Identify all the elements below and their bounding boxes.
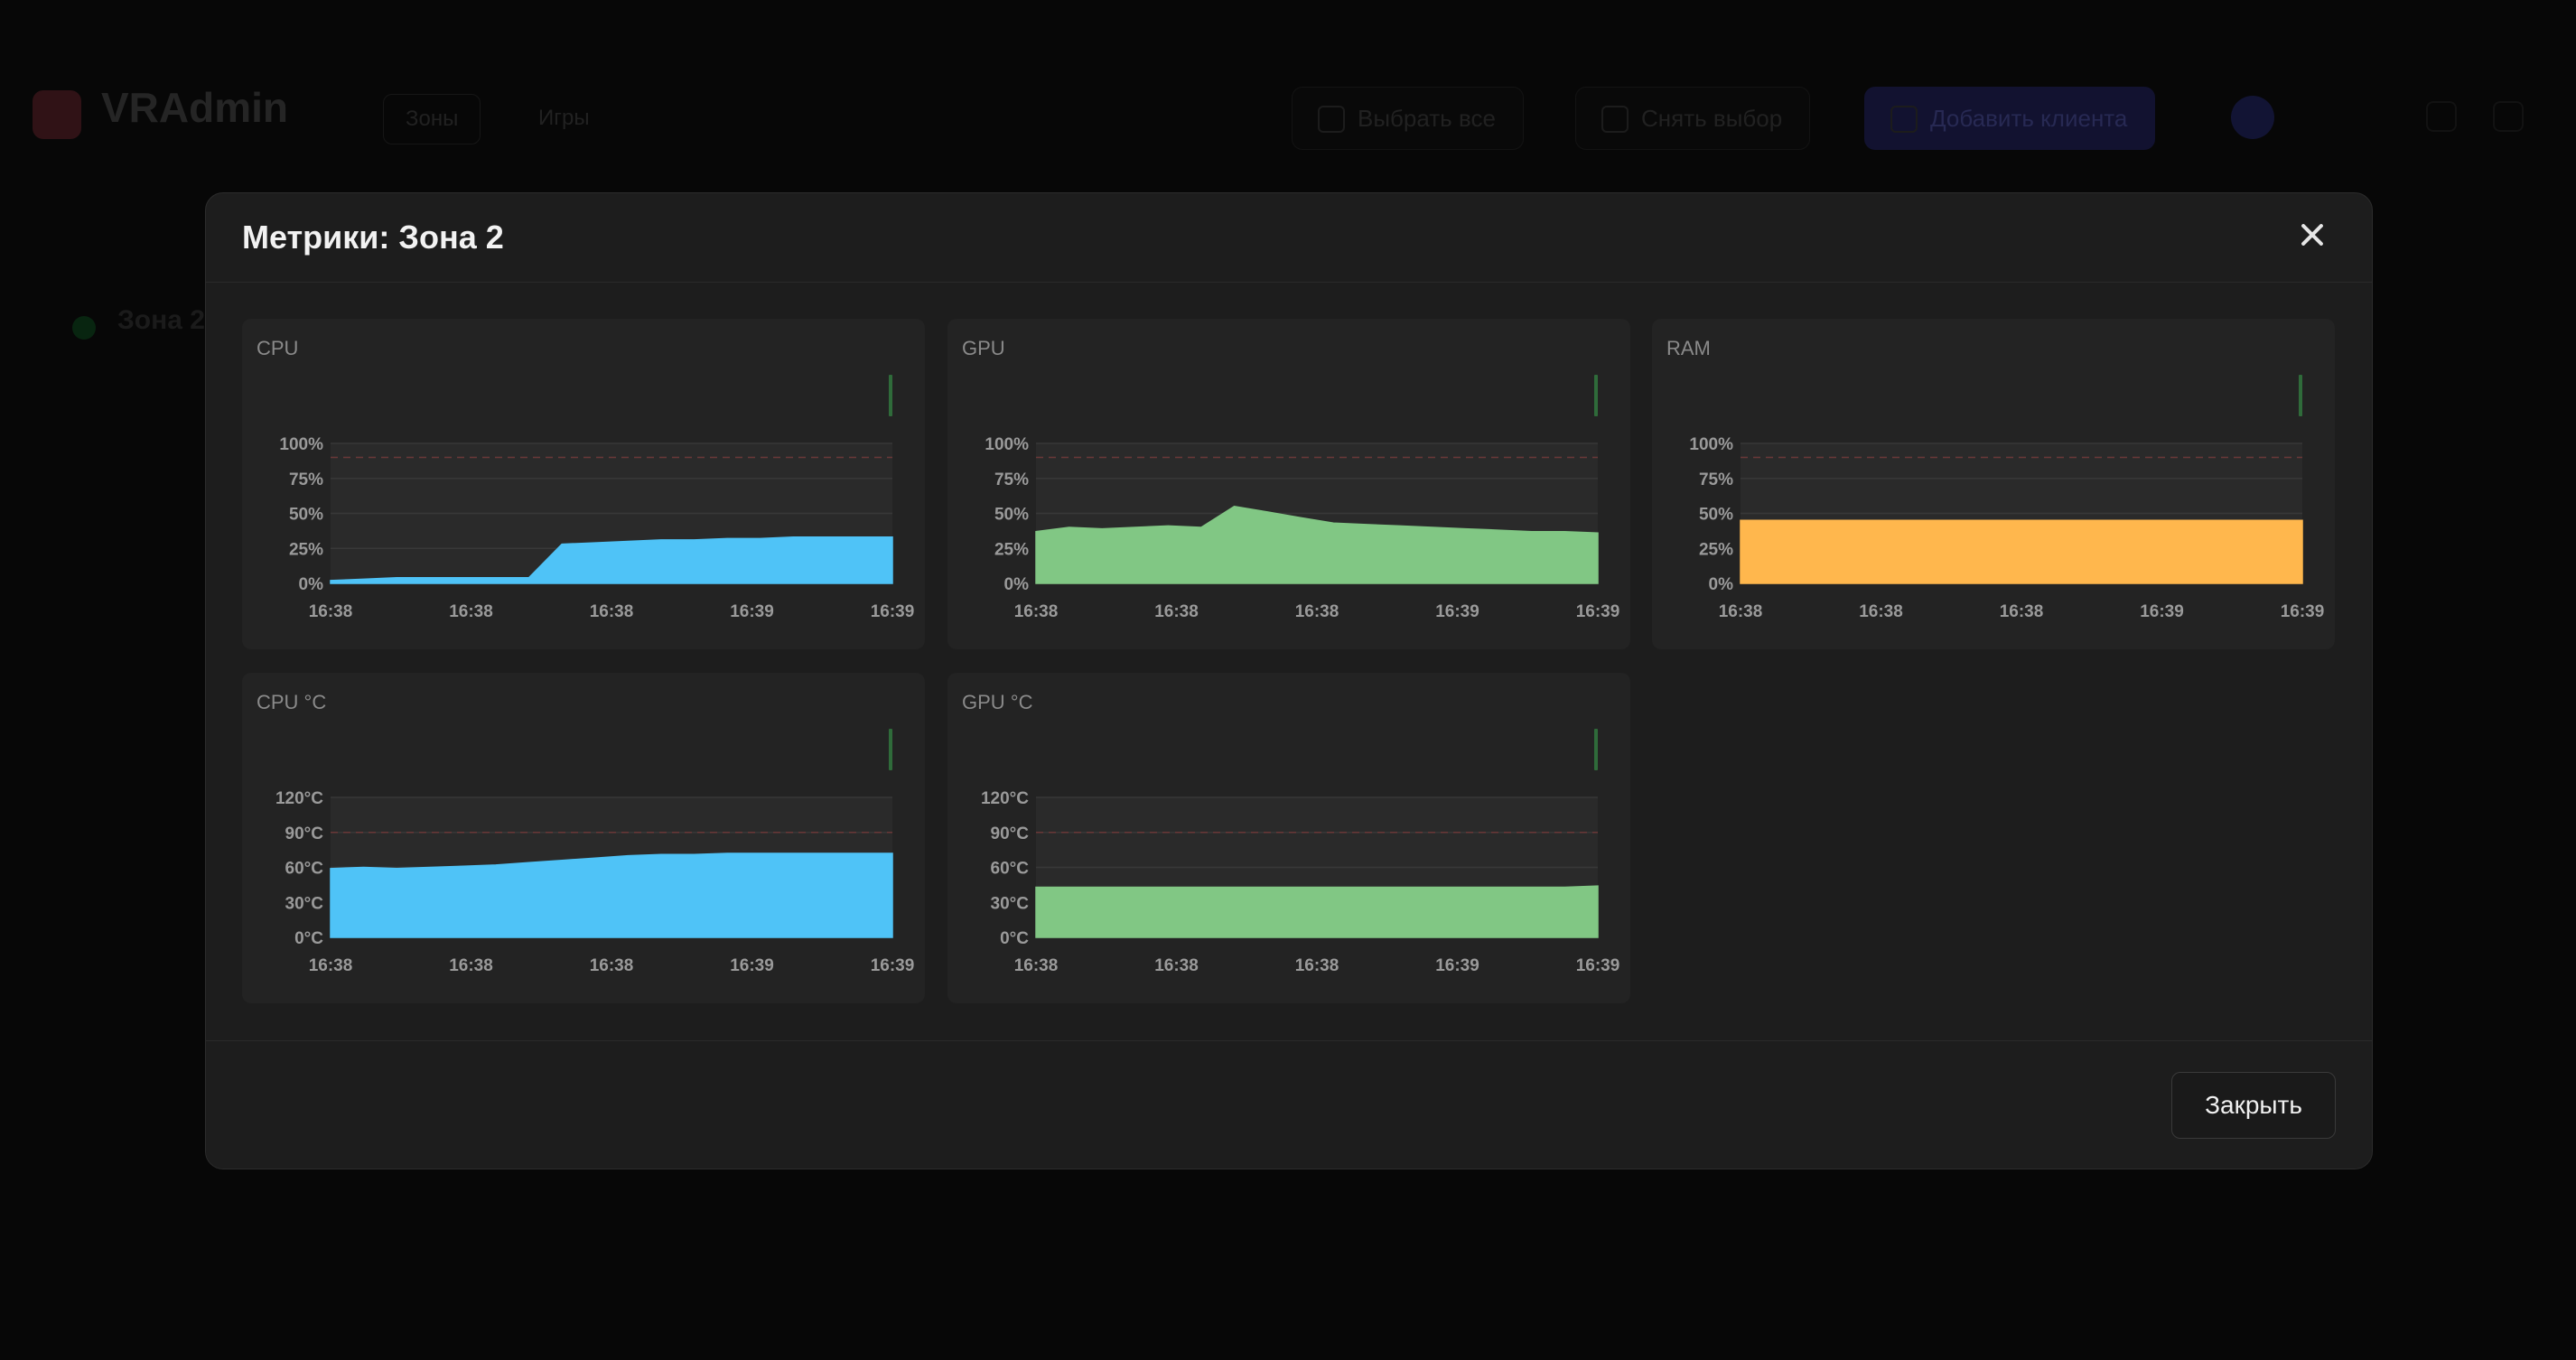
x-tick-label: 16:38 bbox=[1295, 602, 1339, 621]
y-tick-label: 30°C bbox=[285, 894, 324, 913]
x-tick-label: 16:39 bbox=[2140, 602, 2184, 621]
chart-gpu-temp: 0°C 30°C 60°C 90°C 120°C 16:38 16:38 16:38 16:39… bbox=[981, 789, 1620, 975]
y-tick-label: 50% bbox=[994, 506, 1029, 525]
y-tick-label: 0°C bbox=[1000, 929, 1029, 948]
modal-footer: Закрыть bbox=[206, 1040, 2372, 1169]
y-tick-label: 25% bbox=[994, 540, 1029, 559]
y-tick-label: 100% bbox=[1689, 435, 1733, 454]
x-tick-label: 16:39 bbox=[730, 602, 774, 621]
modal-header: Метрики: Зона 2 bbox=[206, 193, 2372, 283]
y-tick-label: 50% bbox=[289, 506, 323, 525]
chart-gpu: 0% 25% 50% 75% 100% 16:38 16:38 16:38 16:39 16:39 bbox=[985, 435, 1620, 621]
x-tick-label: 16:39 bbox=[871, 956, 915, 975]
y-tick-label: 120°C bbox=[275, 789, 323, 808]
x-tick-label: 16:38 bbox=[2000, 602, 2044, 621]
x-tick-label: 16:38 bbox=[590, 956, 634, 975]
y-tick-label: 75% bbox=[289, 470, 323, 489]
y-tick-label: 100% bbox=[985, 435, 1029, 454]
series-area bbox=[1035, 885, 1599, 938]
x-tick-label: 16:39 bbox=[2281, 602, 2325, 621]
close-button[interactable]: Закрыть bbox=[2171, 1072, 2336, 1139]
y-tick-label: 120°C bbox=[981, 789, 1029, 808]
x-tick-label: 16:38 bbox=[1295, 956, 1339, 975]
x-tick-label: 16:38 bbox=[309, 602, 353, 621]
y-tick-label: 25% bbox=[1699, 540, 1733, 559]
chart-card-cpu-temp: CPU °C 0°C 30°C 60°C 90°C 120°C 16:38 16:38 16:… bbox=[242, 673, 925, 1003]
modal-title: Метрики: Зона 2 bbox=[242, 219, 504, 256]
y-tick-label: 60°C bbox=[285, 860, 324, 879]
y-tick-label: 75% bbox=[994, 470, 1029, 489]
x-tick-label: 16:38 bbox=[1859, 602, 1903, 621]
y-tick-label: 0% bbox=[1004, 575, 1030, 594]
x-tick-label: 16:38 bbox=[1014, 956, 1059, 975]
y-tick-label: 100% bbox=[279, 435, 323, 454]
y-tick-label: 0°C bbox=[294, 929, 323, 948]
chart-cpu: 0% 25% 50% 75% 100% 16:38 16:38 16:38 16:39 16:39 bbox=[279, 435, 915, 621]
y-tick-label: 50% bbox=[1699, 506, 1733, 525]
x-tick-label: 16:38 bbox=[1154, 956, 1199, 975]
x-tick-label: 16:38 bbox=[590, 602, 634, 621]
y-tick-label: 75% bbox=[1699, 470, 1733, 489]
y-tick-label: 0% bbox=[1709, 575, 1734, 594]
series-area bbox=[1740, 519, 2303, 584]
x-tick-label: 16:38 bbox=[309, 956, 353, 975]
y-tick-label: 60°C bbox=[991, 860, 1030, 879]
chart-card-cpu: CPU 0% 25% 50% 75% 100% 16:38 16:38 16:38 16:39 1… bbox=[242, 319, 925, 649]
x-tick-label: 16:38 bbox=[1154, 602, 1199, 621]
y-tick-label: 90°C bbox=[285, 824, 324, 843]
x-tick-label: 16:39 bbox=[1576, 956, 1620, 975]
chart-card-gpu-temp: GPU °C 0°C 30°C 60°C 90°C 120°C 16:38 16:38 16:… bbox=[947, 673, 1630, 1003]
x-tick-label: 16:38 bbox=[1719, 602, 1763, 621]
chart-card-gpu: GPU 0% 25% 50% 75% 100% 16:38 16:38 16:38 16:39 1… bbox=[947, 319, 1630, 649]
x-tick-label: 16:39 bbox=[871, 602, 915, 621]
y-tick-label: 25% bbox=[289, 540, 323, 559]
y-tick-label: 0% bbox=[299, 575, 324, 594]
close-icon[interactable] bbox=[2294, 217, 2330, 253]
y-tick-label: 90°C bbox=[991, 824, 1030, 843]
x-tick-label: 16:38 bbox=[1014, 602, 1059, 621]
chart-ram: 0% 25% 50% 75% 100% 16:38 16:38 16:38 16:39 16:39 bbox=[1689, 435, 2325, 621]
chart-cpu-temp: 0°C 30°C 60°C 90°C 120°C 16:38 16:38 16:38 16:39… bbox=[275, 789, 915, 975]
metrics-modal: Метрики: Зона 2 CPU 0% 25% 50% 75% 100% 16:38… bbox=[205, 192, 2373, 1169]
x-tick-label: 16:39 bbox=[1576, 602, 1620, 621]
y-tick-label: 30°C bbox=[991, 894, 1030, 913]
x-tick-label: 16:39 bbox=[1435, 602, 1479, 621]
x-tick-label: 16:39 bbox=[730, 956, 774, 975]
chart-card-ram: RAM 0% 25% 50% 75% 100% 16:38 16:38 16:38 16:39 1… bbox=[1652, 319, 2335, 649]
x-tick-label: 16:39 bbox=[1435, 956, 1479, 975]
x-tick-label: 16:38 bbox=[449, 956, 493, 975]
x-tick-label: 16:38 bbox=[449, 602, 493, 621]
